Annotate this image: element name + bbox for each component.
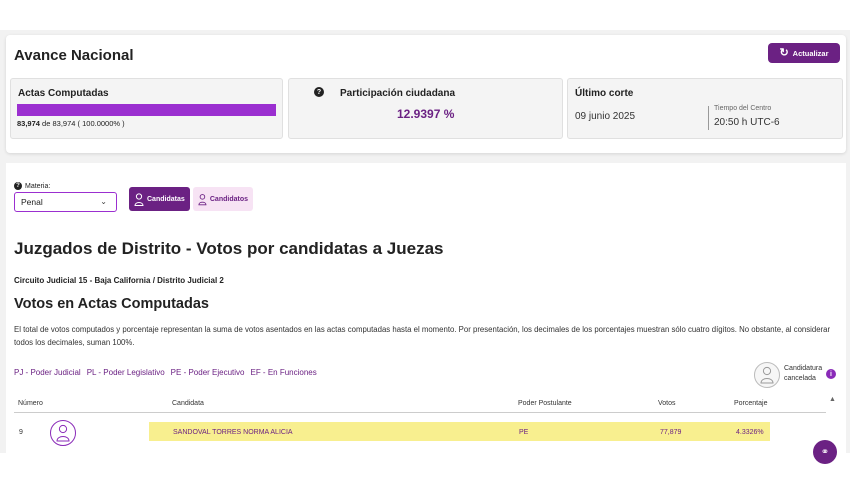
person-icon	[134, 192, 144, 206]
toggle-candidatas-label: Candidatas	[147, 195, 185, 203]
actas-card: Actas Computadas 83,974 de 83,974 ( 100.…	[10, 78, 283, 139]
question-icon[interactable]: ?	[314, 87, 324, 97]
row-porcentaje: 4.3326%	[736, 429, 764, 436]
person-icon	[760, 366, 774, 384]
table-header-divider	[14, 412, 826, 413]
candidate-avatar	[50, 420, 76, 446]
actas-of: de	[42, 119, 51, 128]
refresh-label: Actualizar	[792, 48, 829, 58]
avance-title: Avance Nacional	[14, 47, 134, 64]
section-description: El total de votos computados y porcentaj…	[14, 325, 831, 347]
avance-panel: Avance Nacional ↻ Actualizar Actas Compu…	[6, 35, 846, 153]
results-panel: ? Materia: Penal ⌄ Candidatas Candidatos…	[6, 163, 846, 453]
cancelled-avatar-icon	[754, 362, 780, 388]
actas-progress-bar	[17, 104, 276, 116]
breadcrumb: Circuito Judicial 15 - Baja California /…	[14, 276, 224, 285]
materia-label-text: Materia:	[25, 182, 51, 190]
person-icon	[198, 193, 207, 205]
corte-date: 09 junio 2025	[575, 111, 636, 122]
participacion-label: Participación ciudadana	[340, 88, 456, 99]
header-poder: Poder Postulante	[518, 400, 572, 407]
materia-label: ? Materia:	[14, 182, 50, 190]
header-candidata: Candidata	[172, 400, 204, 407]
scroll-up-icon[interactable]: ▲	[829, 396, 836, 403]
page-title: Juzgados de Distrito - Votos por candida…	[14, 239, 444, 258]
refresh-icon: ↻	[779, 46, 789, 59]
question-icon[interactable]: ?	[14, 182, 22, 190]
row-votos: 77,879	[660, 429, 682, 436]
actas-computed: 83,974	[17, 119, 40, 128]
legend-item-pl: PL - Poder Legislativo	[86, 368, 165, 377]
cancelled-label: Candidatura cancelada	[784, 364, 822, 384]
corte-time: 20:50 h UTC-6	[714, 117, 780, 128]
bottom-strip	[0, 453, 850, 480]
top-strip	[0, 0, 850, 30]
row-poder: PE	[519, 429, 529, 436]
corte-card: Último corte 09 junio 2025 Tiempo del Ce…	[567, 78, 843, 139]
corte-label: Último corte	[575, 88, 634, 99]
row-candidata: SANDOVAL TORRES NORMA ALICIA	[173, 429, 293, 436]
toggle-candidatos-label: Candidatos	[209, 195, 248, 203]
materia-select[interactable]: Penal ⌄	[14, 192, 117, 212]
actas-progress-fill	[17, 104, 276, 116]
cancelled-label-line2: cancelada	[784, 375, 816, 382]
refresh-button[interactable]: ↻ Actualizar	[768, 43, 840, 63]
legend-item-pj: PJ - Poder Judicial	[14, 368, 81, 377]
section-title: Votos en Actas Computadas	[14, 296, 209, 312]
participacion-card: ? Participación ciudadana 12.9397 %	[288, 78, 563, 139]
corte-divider	[708, 106, 709, 130]
legend-item-ef: EF - En Funciones	[250, 368, 317, 377]
actas-total: 83,974	[52, 119, 76, 128]
header-votos: Votos	[658, 400, 676, 407]
legend: PJ - Poder Judicial PL - Poder Legislati…	[14, 368, 317, 377]
info-icon[interactable]: i	[826, 369, 836, 379]
toggle-candidatas[interactable]: Candidatas	[129, 187, 190, 211]
share-icon[interactable]: ⚭	[813, 440, 837, 464]
actas-label: Actas Computadas	[18, 88, 109, 99]
cancelled-label-line1: Candidatura	[784, 365, 823, 372]
chevron-down-icon: ⌄	[100, 197, 107, 206]
materia-value: Penal	[21, 197, 43, 207]
header-porcentaje: Porcentaje	[734, 400, 768, 407]
header-numero: Número	[18, 400, 43, 407]
person-icon	[56, 424, 70, 442]
actas-percent: ( 100.0000% )	[77, 119, 125, 128]
participacion-value: 12.9397 %	[397, 107, 455, 121]
actas-count: 83,974 de 83,974 ( 100.0000% )	[17, 119, 125, 128]
toggle-candidatos[interactable]: Candidatos	[193, 187, 253, 211]
row-numero: 9	[19, 429, 23, 436]
legend-item-pe: PE - Poder Ejecutivo	[170, 368, 245, 377]
corte-tz-label: Tiempo del Centro	[714, 105, 772, 112]
